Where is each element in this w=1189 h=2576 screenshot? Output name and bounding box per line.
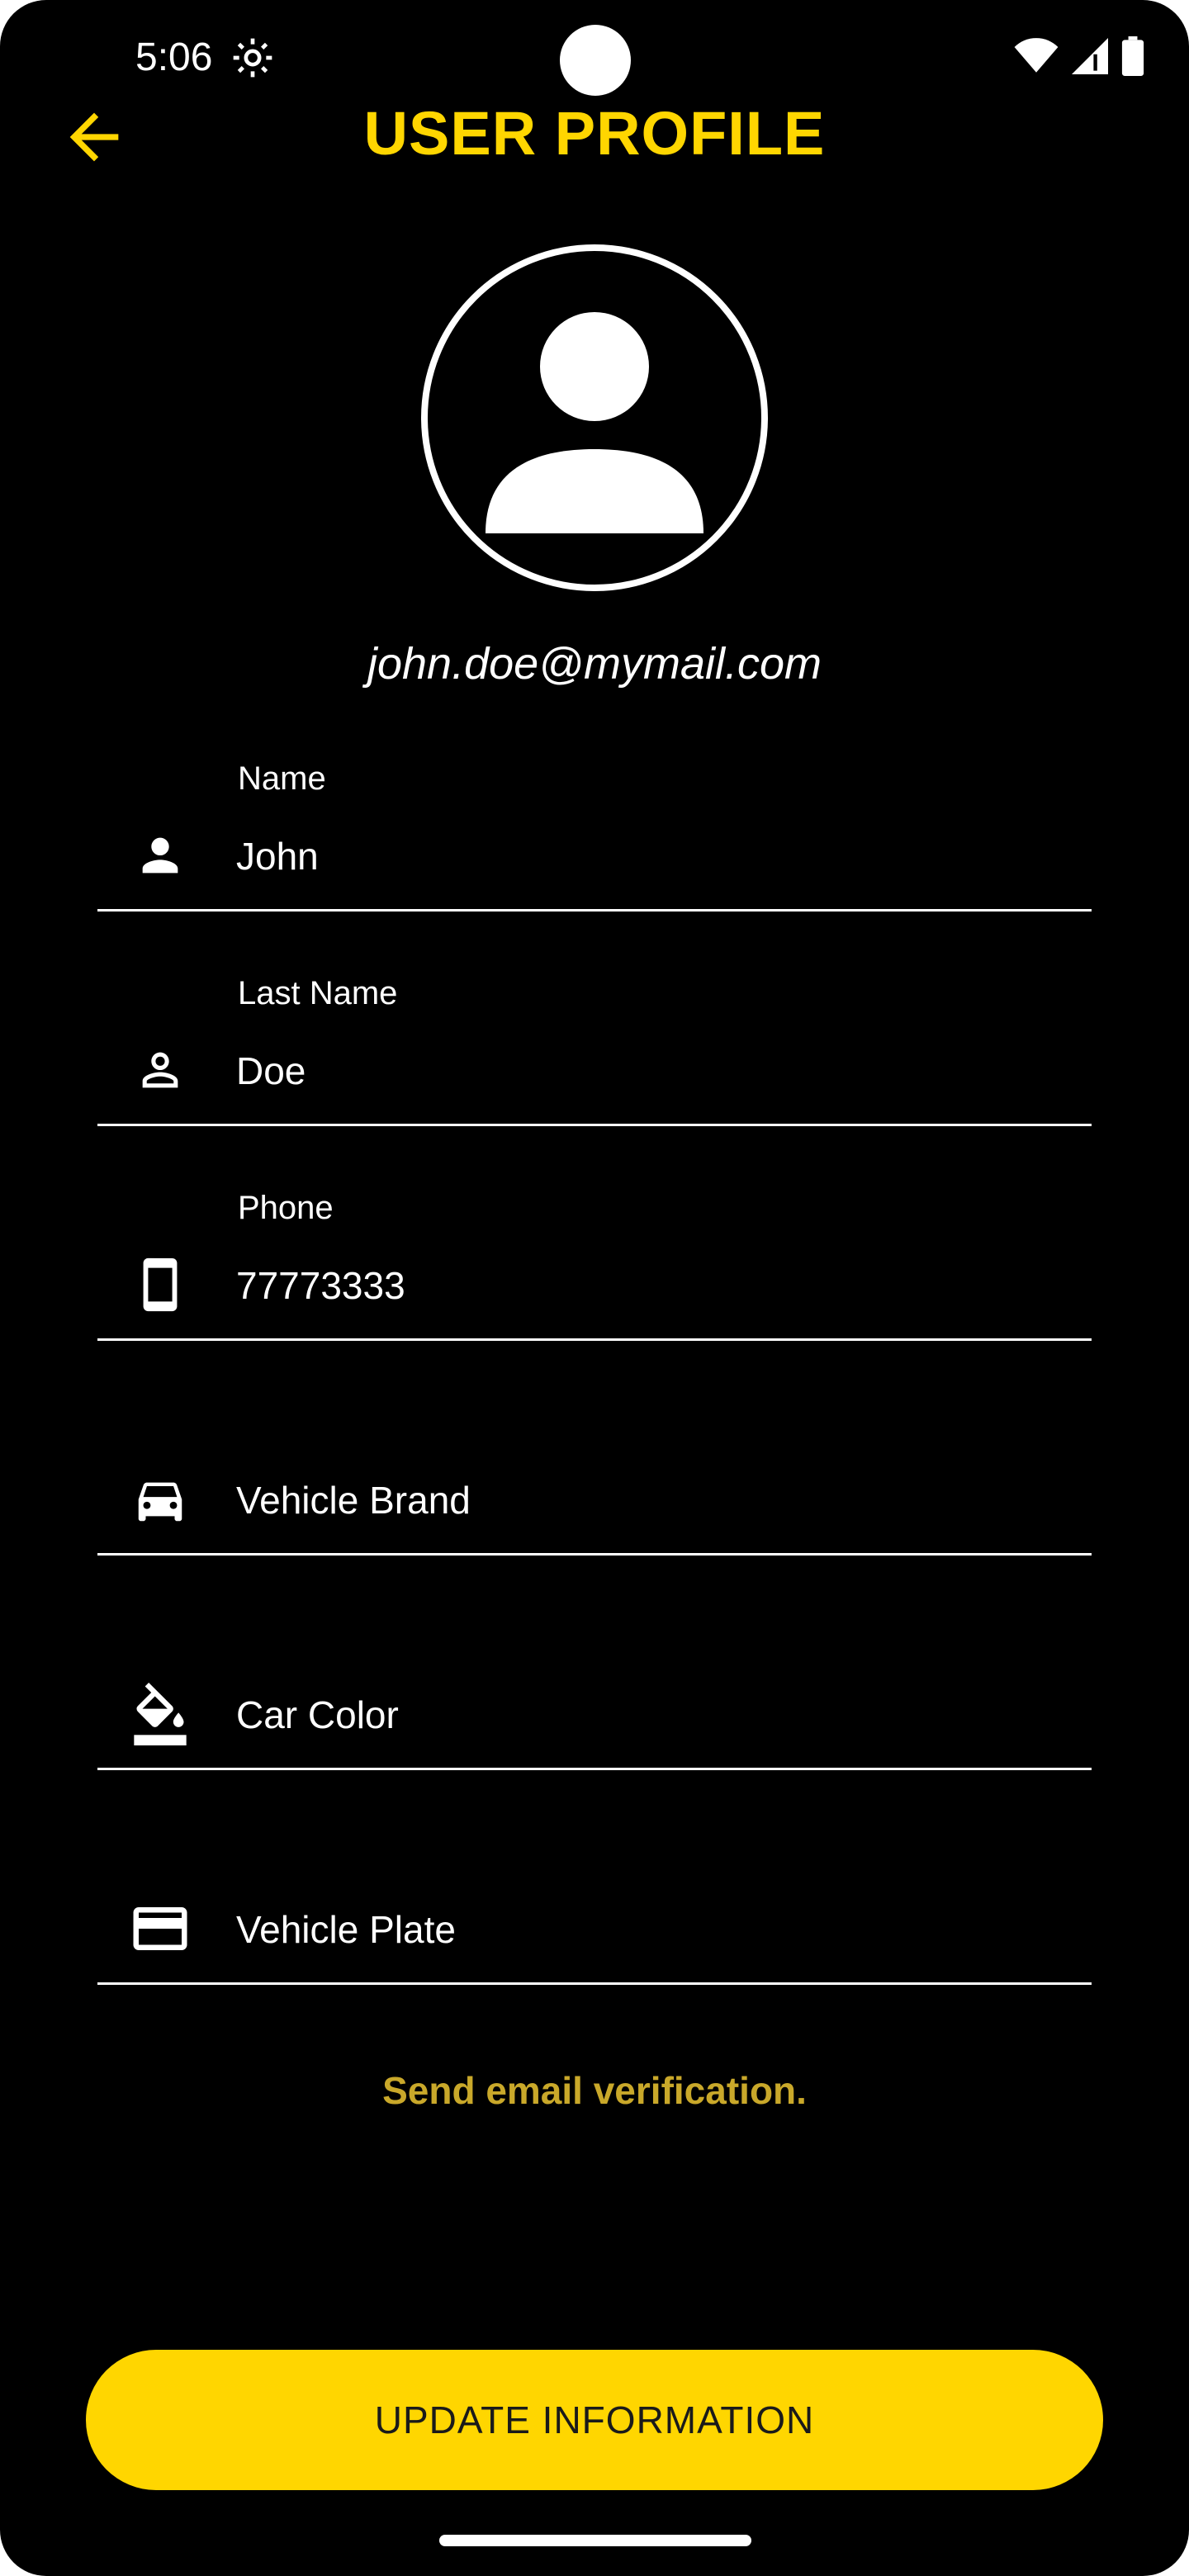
send-email-verification-link[interactable]: Send email verification. [0,2064,1189,2117]
camera-cutout [560,25,631,96]
last-name-input[interactable] [236,1042,1062,1100]
smartphone-icon [127,1252,193,1318]
person-outline-icon [127,1037,193,1103]
person-silhouette-icon [486,312,703,533]
paint-bucket-icon [127,1681,193,1747]
last-name-field: Last Name [97,975,1092,1126]
vehicle-brand-input[interactable] [236,1471,1062,1529]
status-time: 5:06 [135,36,213,79]
field-label: Phone [238,1190,334,1226]
phone-field: Phone [97,1190,1092,1341]
name-field: Name [97,760,1092,912]
person-filled-icon [127,822,193,888]
phone-screen: 5:06 USER PROFILE john.doe@mymail.com Na… [0,0,1189,2576]
phone-input[interactable] [236,1257,1062,1314]
battery-icon [1121,36,1144,76]
home-indicator[interactable] [439,2535,751,2546]
profile-email: john.doe@mymail.com [367,639,822,689]
wifi-icon [1014,38,1059,73]
car-color-field [97,1638,1092,1770]
settings-gear-icon [233,38,272,78]
field-label: Last Name [238,975,398,1011]
update-information-button[interactable]: UPDATE INFORMATION [86,2350,1103,2490]
page-title: USER PROFILE [363,99,826,168]
vehicle-brand-field [97,1423,1092,1556]
credit-card-icon [127,1896,193,1962]
vehicle-plate-field [97,1853,1092,1985]
signal-icon [1072,38,1108,74]
name-input[interactable] [236,827,1062,885]
avatar[interactable] [421,244,768,591]
field-label: Name [238,760,326,797]
status-icons [1014,33,1144,79]
car-icon [127,1466,193,1532]
car-color-input[interactable] [236,1686,1062,1744]
vehicle-plate-input[interactable] [236,1901,1062,1958]
